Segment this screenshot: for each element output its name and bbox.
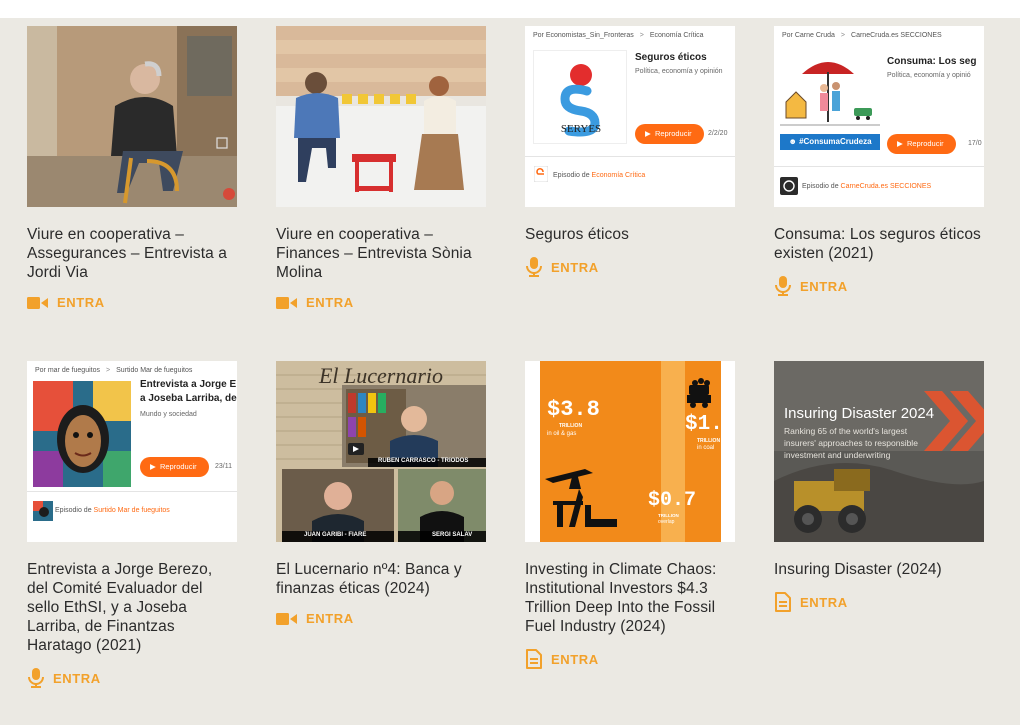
resource-card: Por mar de fueguitos > Surtido Mar de fueg… [27,361,237,688]
embed-divider [774,166,984,167]
coal-unit: TRILLION [697,438,721,444]
entra-link[interactable]: ENTRA [276,611,486,626]
card-title[interactable]: El Lucernario nº4: Banca y finanzas étic… [276,560,486,598]
card-title[interactable]: Investing in Climate Chaos: Institutiona… [525,560,735,636]
coal-amount: $1.2 [685,413,735,436]
embed-episode-line: Episodio de Economía Crítica [553,172,646,179]
entra-link[interactable]: ENTRA [27,668,237,688]
embed-title: Consuma: Los seg [887,56,977,67]
video-thumbnail[interactable]: El Lucernario RUBEN CARRASCO - TRIODOS J… [276,361,486,542]
embed-hashtag-banner: ☻ #ConsumaCrudeza [780,134,880,150]
video-camera-icon [276,296,298,310]
entra-link[interactable]: ENTRA [276,295,486,310]
reproducir-button[interactable]: ▶ Reproducir [140,457,209,477]
entra-label: ENTRA [306,611,354,626]
document-icon [774,592,792,612]
speaker-caption-left: JUAN GARIBI - FIARE [304,532,367,538]
entra-label: ENTRA [306,295,354,310]
oil-amount: $3.8 [547,397,600,422]
card-title[interactable]: Insuring Disaster (2024) [774,560,984,579]
reproducir-button[interactable]: ▶ Reproducir [887,134,956,154]
entra-label: ENTRA [57,295,105,310]
embed-logo-text: SERYES [560,123,602,135]
entra-label: ENTRA [800,594,848,610]
card-title[interactable]: Viure en cooperativa – Assegurances – En… [27,225,237,282]
overlap-unit: TRILLION [658,513,679,518]
report-thumbnail[interactable]: $3.8 TRILLION in oil & gas $1.2 TRILLION… [525,361,735,542]
video-thumbnail[interactable] [276,26,486,207]
oil-unit: TRILLION [559,423,583,429]
document-icon [525,649,543,669]
embed-breadcrumb: Por Economistas_Sin_Fronteras > Economía C… [533,32,704,39]
episode-link[interactable]: CarneCruda.es SECCIONES [841,183,932,190]
card-title[interactable]: Entrevista a Jorge Berezo, del Comité Ev… [27,560,237,655]
podcast-embed[interactable]: Por Economistas_Sin_Fronteras > Economía C… [525,26,735,207]
embed-title-line1: Entrevista a Jorge E [140,379,237,390]
video-thumbnail[interactable] [27,26,237,207]
resource-card: Por Carne Cruda > CarneCruda.es SECCIONES … [774,26,984,296]
embed-breadcrumb: Por Carne Cruda > CarneCruda.es SECCIONES [782,32,942,39]
speaker-caption-top: RUBEN CARRASCO - TRIODOS [378,458,469,464]
overlap-amount: $0.7 [648,489,697,512]
entra-link[interactable]: ENTRA [774,276,984,296]
entra-label: ENTRA [551,651,599,667]
embed-divider [525,156,735,157]
reproducir-button[interactable]: ▶ Reproducir [635,124,704,144]
embed-cover: SERYES [533,50,627,144]
overlap-label: overlap [658,519,675,525]
embed-date: 23/11 [215,463,232,470]
embed-cover: ☻ #ConsumaCrudeza [780,48,880,152]
report-heading: Insuring Disaster 2024 [784,405,935,422]
card-title[interactable]: Viure en cooperativa – Finances – Entrev… [276,225,486,282]
embed-subtitle: Mundo y sociedad [140,411,197,418]
embed-cover [33,381,131,487]
entra-label: ENTRA [53,670,101,686]
embed-subtitle: Política, economía y opinión [635,68,723,75]
entra-link[interactable]: ENTRA [774,592,984,612]
entra-label: ENTRA [551,259,599,275]
top-white-strip [0,0,1020,18]
embed-title: Seguros éticos [635,52,707,63]
resource-card: Viure en cooperativa – Finances – Entrev… [276,26,486,310]
podcast-embed[interactable]: Por Carne Cruda > CarneCruda.es SECCIONES … [774,26,984,207]
podcast-embed[interactable]: Por mar de fueguitos > Surtido Mar de fueg… [27,361,237,542]
embed-episode-line: Episodio de CarneCruda.es SECCIONES [802,183,932,190]
embed-divider [27,491,237,492]
podcast-logo-icon [33,501,53,521]
resource-card: Insuring Disaster 2024 Ranking 65 of the… [774,361,984,612]
episode-link[interactable]: Surtido Mar de fueguitos [94,507,170,514]
card-title[interactable]: Consuma: Los seguros éticos existen (202… [774,225,984,263]
microphone-icon [27,668,45,688]
oil-label: in oil & gas [547,431,577,437]
entra-link[interactable]: ENTRA [525,649,735,669]
microphone-icon [774,276,792,296]
coal-label: in coal [697,445,715,451]
entra-link[interactable]: ENTRA [525,257,735,277]
report-subheading: Ranking 65 of the world's largest insure… [784,426,918,460]
resource-card: El Lucernario RUBEN CARRASCO - TRIODOS J… [276,361,486,626]
report-thumbnail[interactable]: Insuring Disaster 2024 Ranking 65 of the… [774,361,984,542]
microphone-icon [525,257,543,277]
entra-link[interactable]: ENTRA [27,295,237,310]
lucernario-banner: El Lucernario [318,363,444,388]
episode-link[interactable]: Economía Crítica [592,172,646,179]
embed-breadcrumb: Por mar de fueguitos > Surtido Mar de fueg… [35,367,193,374]
card-title[interactable]: Seguros éticos [525,225,735,244]
entra-label: ENTRA [800,278,848,294]
resource-card: $3.8 TRILLION in oil & gas $1.2 TRILLION… [525,361,735,669]
embed-date: 2/2/20 [708,130,728,137]
video-camera-icon [27,296,49,310]
speaker-caption-right: SERGI SALAV [432,532,473,538]
video-camera-icon [276,612,298,626]
embed-date: 17/0 [968,140,982,147]
podcast-logo-icon [780,177,798,195]
resource-card: Por Economistas_Sin_Fronteras > Economía C… [525,26,735,277]
embed-subtitle: Política, economía y opinió [887,72,971,79]
embed-title-line2: a Joseba Larriba, de [140,393,237,404]
resource-card: Viure en cooperativa – Assegurances – En… [27,26,237,310]
podcast-logo-icon [534,166,548,182]
embed-episode-line: Episodio de Surtido Mar de fueguitos [55,507,170,514]
